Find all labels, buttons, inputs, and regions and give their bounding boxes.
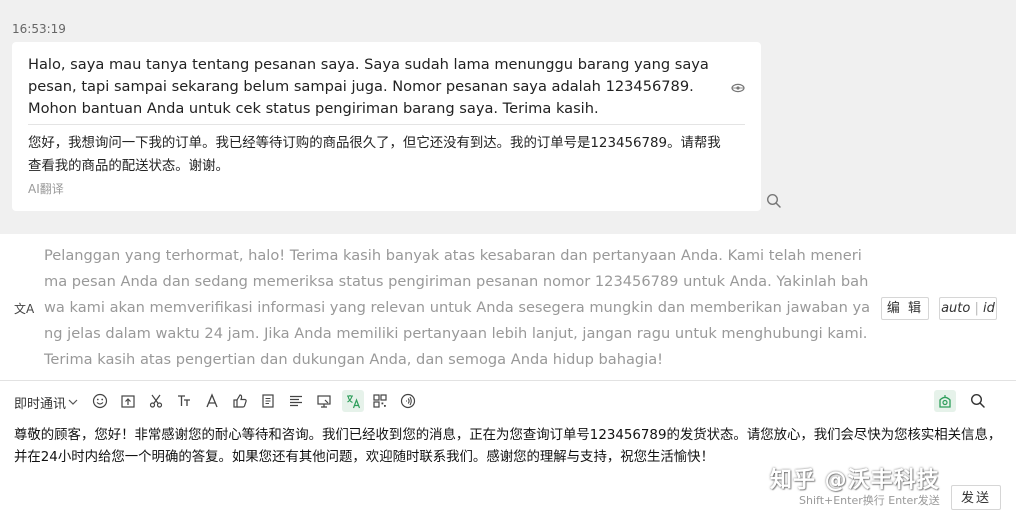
font-color-icon[interactable] (203, 392, 221, 410)
send-button[interactable]: 发送 (951, 485, 1001, 510)
upload-icon[interactable] (119, 392, 137, 410)
channel-mode-select[interactable]: 即时通讯 (14, 393, 78, 412)
qrcode-icon[interactable] (371, 392, 389, 410)
watermark: 知乎 @沃丰科技 (770, 468, 940, 493)
message-timestamp: 16:53:19 (12, 22, 66, 36)
emoji-icon[interactable] (91, 392, 109, 410)
translation-text: 您好，我想询问一下我的订单。我已经等待订购的商品很久了，但它还没有到达。我的订单… (28, 136, 721, 174)
reply-suggestion-panel: 文A Pelanggan yang terhormat, halo! Terim… (0, 234, 1016, 380)
composer-toolbar: 即时通讯 (0, 381, 1016, 421)
reply-suggestion-text: Pelanggan yang terhormat, halo! Terima k… (44, 247, 871, 368)
composer-search-icon[interactable] (969, 392, 987, 410)
screen-icon[interactable] (315, 392, 333, 410)
ai-translate-label: AI翻译 (28, 182, 64, 196)
edit-button[interactable]: 编 辑 (881, 297, 929, 320)
auto-label: auto (941, 301, 971, 316)
search-icon[interactable] (766, 193, 782, 213)
voice-icon[interactable] (399, 392, 417, 410)
eye-icon[interactable] (731, 78, 745, 97)
send-hint: Shift+Enter换行 Enter发送 (799, 494, 940, 507)
incoming-message-bubble: Halo, saya mau tanya tentang pesanan say… (12, 42, 761, 211)
align-icon[interactable] (287, 392, 305, 410)
language-code: id (983, 301, 995, 316)
text-format-icon[interactable] (175, 392, 193, 410)
robot-icon[interactable] (934, 390, 956, 412)
scissors-icon[interactable] (147, 392, 165, 410)
channel-mode-label: 即时通讯 (14, 397, 67, 412)
chevron-down-icon (68, 395, 78, 410)
translate-icon[interactable] (342, 390, 364, 412)
incoming-message-text: Halo, saya mau tanya tentang pesanan say… (28, 56, 709, 117)
thumbs-up-icon[interactable] (231, 392, 249, 410)
translate-icon: 文A (14, 302, 35, 316)
translation-divider (28, 124, 745, 125)
auto-language-button[interactable]: auto | id (939, 297, 997, 320)
document-icon[interactable] (259, 392, 277, 410)
